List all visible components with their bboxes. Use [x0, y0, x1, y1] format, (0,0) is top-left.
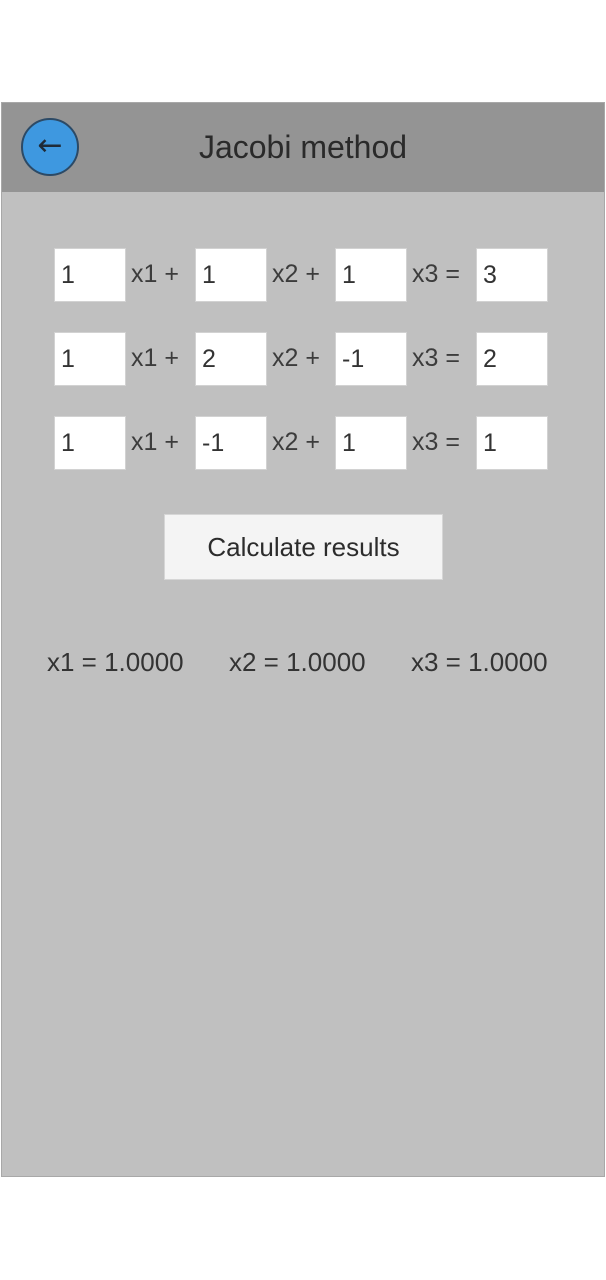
calculate-results-button[interactable]: Calculate results: [164, 514, 443, 580]
rhs-input-2[interactable]: [476, 332, 548, 386]
rhs-input-1[interactable]: [476, 248, 548, 302]
coef-input-3-1[interactable]: [54, 416, 126, 470]
x1-label: x1 +: [131, 344, 179, 372]
result-x3: x3 = 1.0000: [411, 647, 548, 677]
coef-input-2-3[interactable]: [335, 332, 407, 386]
x1-label: x1 +: [131, 428, 179, 456]
header-bar: ← Jacobi method: [2, 103, 604, 192]
coef-input-1-1[interactable]: [54, 248, 126, 302]
x2-label: x2 +: [272, 344, 320, 372]
coef-input-3-2[interactable]: [195, 416, 267, 470]
x3-label: x3 =: [412, 260, 460, 288]
rhs-input-3[interactable]: [476, 416, 548, 470]
x2-label: x2 +: [272, 428, 320, 456]
x1-label: x1 +: [131, 260, 179, 288]
result-x1: x1 = 1.0000: [47, 647, 184, 677]
x3-label: x3 =: [412, 428, 460, 456]
coef-input-1-3[interactable]: [335, 248, 407, 302]
coef-input-2-1[interactable]: [54, 332, 126, 386]
coef-input-3-3[interactable]: [335, 416, 407, 470]
x2-label: x2 +: [272, 260, 320, 288]
page-title: Jacobi method: [198, 129, 408, 165]
result-x2: x2 = 1.0000: [229, 647, 366, 677]
app-screen: ← Jacobi method x1 + x2 + x3 = x1 + x2 +…: [1, 102, 605, 1177]
x3-label: x3 =: [412, 344, 460, 372]
coef-input-2-2[interactable]: [195, 332, 267, 386]
coef-input-1-2[interactable]: [195, 248, 267, 302]
